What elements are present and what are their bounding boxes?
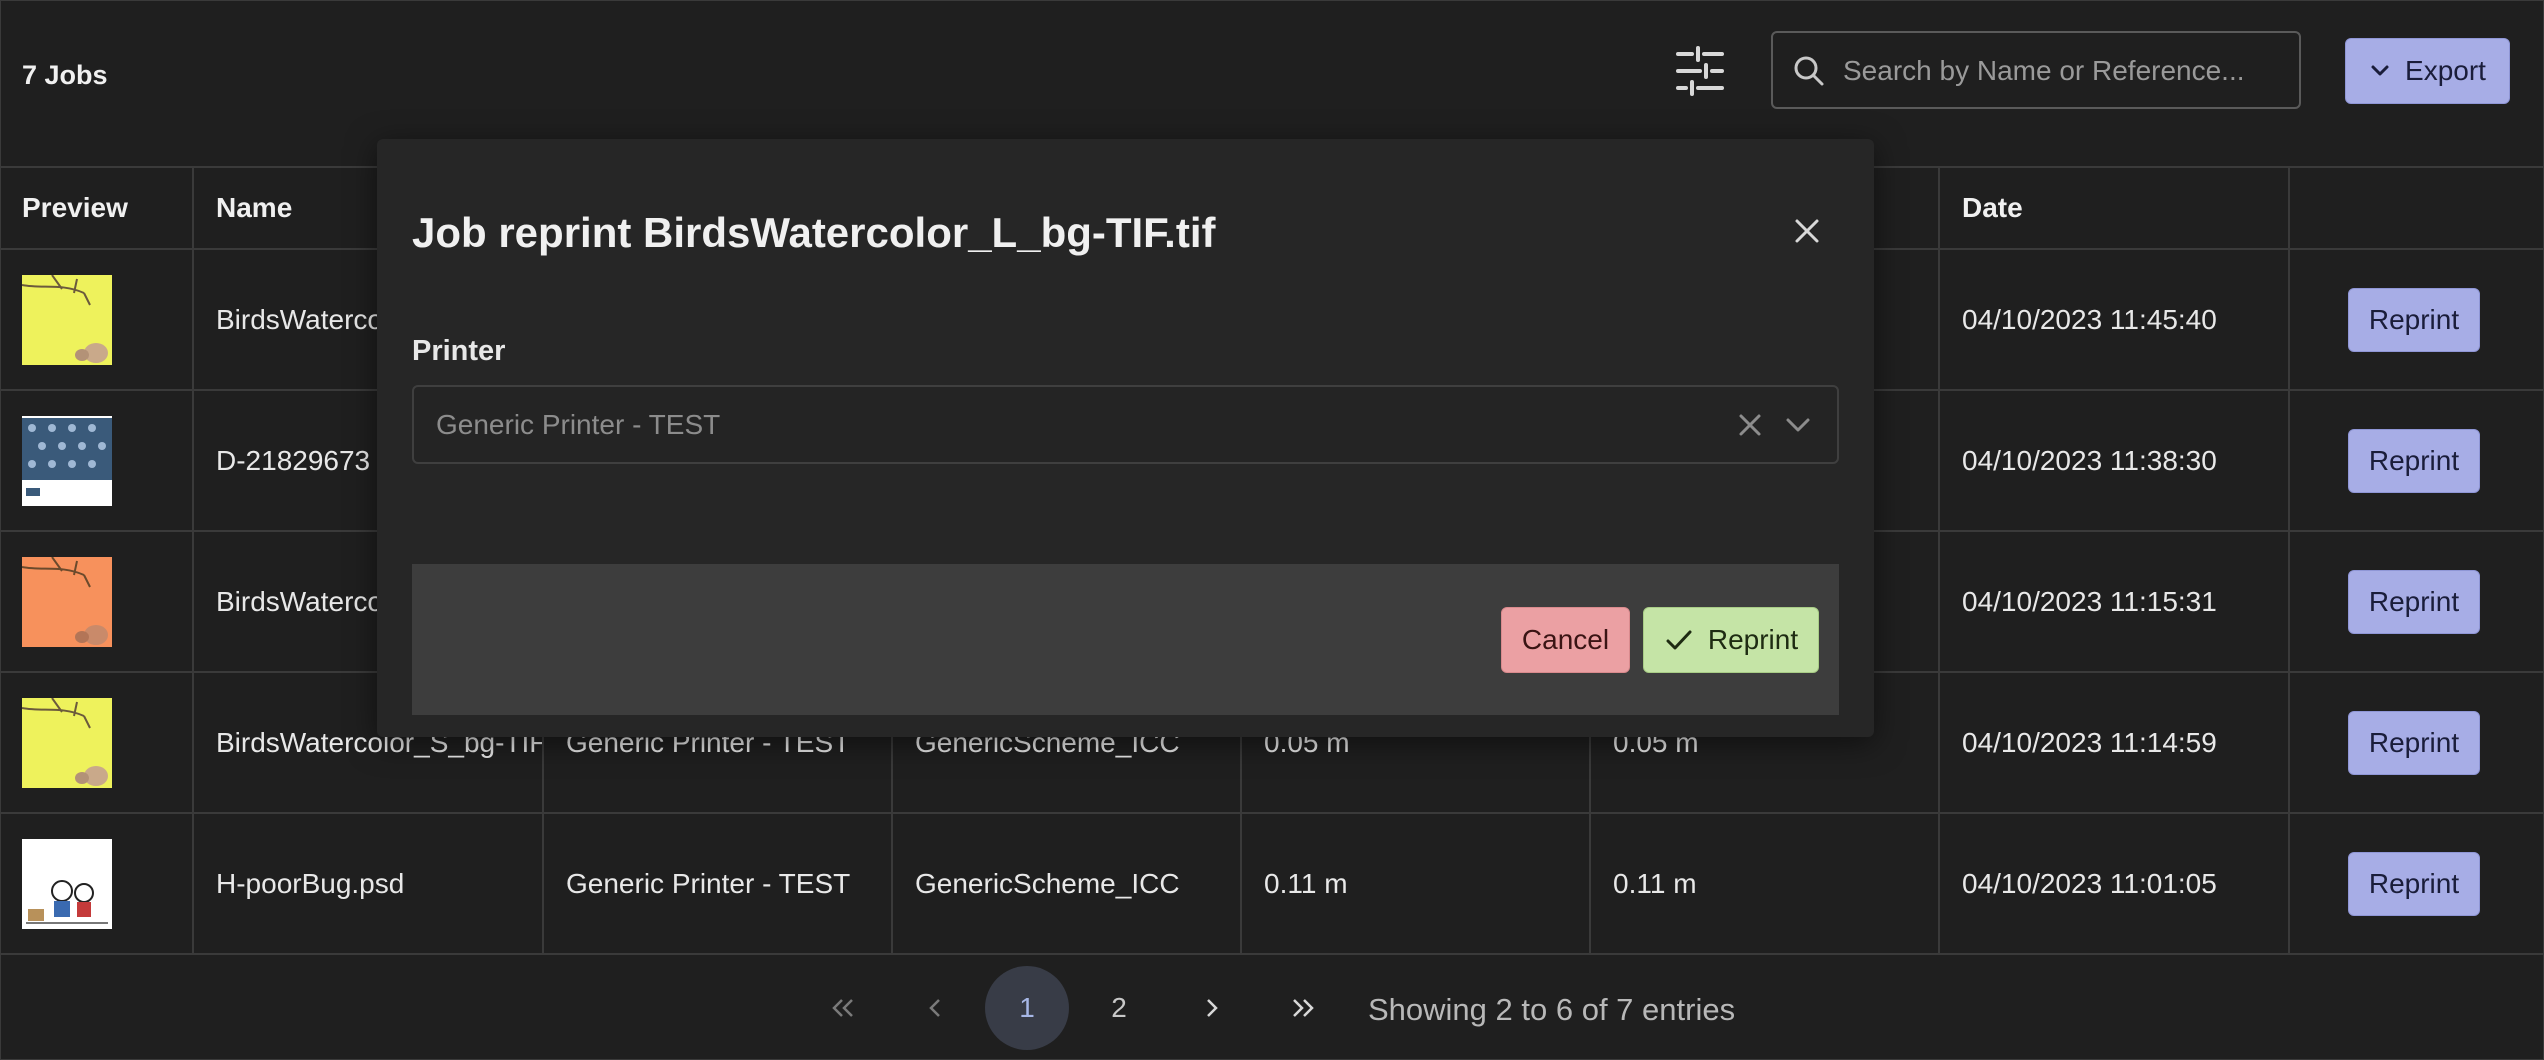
preview-cell <box>0 250 194 389</box>
reprint-button[interactable]: Reprint <box>2348 711 2480 775</box>
close-icon <box>1795 219 1819 243</box>
check-icon <box>1666 630 1692 650</box>
search-box <box>1771 31 2301 109</box>
preview-thumbnail[interactable] <box>22 556 112 647</box>
date-cell: 04/10/2023 11:45:40 <box>1940 250 2290 389</box>
table-row: H-poorBug.psd Generic Printer - TEST Gen… <box>0 812 2544 955</box>
jobs-count: 7 Jobs <box>22 60 108 90</box>
actions-cell: Reprint <box>2290 532 2544 671</box>
reprint-dialog: Job reprint BirdsWatercolor_L_bg-TIF.tif… <box>377 139 1874 737</box>
column-header-preview[interactable]: Preview <box>0 168 194 248</box>
date-cell: 04/10/2023 11:15:31 <box>1940 532 2290 671</box>
date-cell: 04/10/2023 11:01:05 <box>1940 814 2290 953</box>
dialog-footer: Cancel Reprint <box>412 564 1839 715</box>
entries-summary: Showing 2 to 6 of 7 entries <box>1368 992 1736 1027</box>
printer-cell: Generic Printer - TEST <box>544 814 893 953</box>
page-1-button[interactable]: 1 <box>985 966 1069 1050</box>
date-cell: 04/10/2023 11:14:59 <box>1940 673 2290 812</box>
reprint-button[interactable]: Reprint <box>2348 570 2480 634</box>
actions-cell: Reprint <box>2290 673 2544 812</box>
actions-cell: Reprint <box>2290 391 2544 530</box>
reprint-button[interactable]: Reprint <box>2348 852 2480 916</box>
next-page-button[interactable] <box>1169 966 1253 1050</box>
chevron-down-icon[interactable] <box>1780 407 1816 443</box>
search-icon <box>1794 56 1824 86</box>
first-page-button[interactable] <box>801 966 885 1050</box>
actions-cell: Reprint <box>2290 250 2544 389</box>
preview-cell <box>0 391 194 530</box>
confirm-reprint-button[interactable]: Reprint <box>1643 607 1819 673</box>
preview-cell <box>0 814 194 953</box>
chevron-right-icon <box>1207 999 1218 1017</box>
reprint-button[interactable]: Reprint <box>2348 429 2480 493</box>
confirm-reprint-label: Reprint <box>1707 624 1799 655</box>
last-page-button[interactable] <box>1261 966 1345 1050</box>
printer-select-value: Generic Printer - TEST <box>436 409 721 440</box>
printer-select[interactable]: Generic Printer - TEST <box>412 385 1839 464</box>
preview-cell <box>0 673 194 812</box>
preview-thumbnail[interactable] <box>22 415 112 506</box>
column-header-actions <box>2290 168 2544 248</box>
printer-label: Printer <box>412 335 506 367</box>
export-label: Export <box>2405 55 2486 86</box>
previous-page-button[interactable] <box>894 966 978 1050</box>
preview-thumbnail[interactable] <box>22 838 112 929</box>
export-button[interactable]: Export <box>2345 38 2510 104</box>
reprint-button[interactable]: Reprint <box>2348 288 2480 352</box>
chevron-down-icon <box>2371 65 2389 76</box>
length-cell: 0.11 m <box>1242 814 1591 953</box>
date-cell: 04/10/2023 11:38:30 <box>1940 391 2290 530</box>
dialog-title: Job reprint BirdsWatercolor_L_bg-TIF.tif <box>412 209 1216 256</box>
double-chevron-left-icon <box>832 999 853 1017</box>
double-chevron-right-icon <box>1293 999 1314 1017</box>
preview-cell <box>0 532 194 671</box>
preview-thumbnail[interactable] <box>22 697 112 788</box>
name-cell: H-poorBug.psd <box>194 814 544 953</box>
preview-thumbnail[interactable] <box>22 274 112 365</box>
cancel-button[interactable]: Cancel <box>1501 607 1630 673</box>
printed-length-cell: 0.11 m <box>1591 814 1940 953</box>
close-button[interactable] <box>1787 211 1827 251</box>
filter-settings-button[interactable] <box>1672 44 1728 98</box>
chevron-left-icon <box>929 999 940 1017</box>
clear-icon[interactable] <box>1732 407 1768 443</box>
pagination: 1 2 Showing 2 to 6 of 7 entries <box>0 964 2544 1054</box>
search-input[interactable] <box>1841 47 2285 95</box>
column-header-date[interactable]: Date <box>1940 168 2290 248</box>
actions-cell: Reprint <box>2290 814 2544 953</box>
sliders-icon <box>1676 46 1724 96</box>
scheme-cell: GenericScheme_ICC <box>893 814 1242 953</box>
page-2-button[interactable]: 2 <box>1077 966 1161 1050</box>
